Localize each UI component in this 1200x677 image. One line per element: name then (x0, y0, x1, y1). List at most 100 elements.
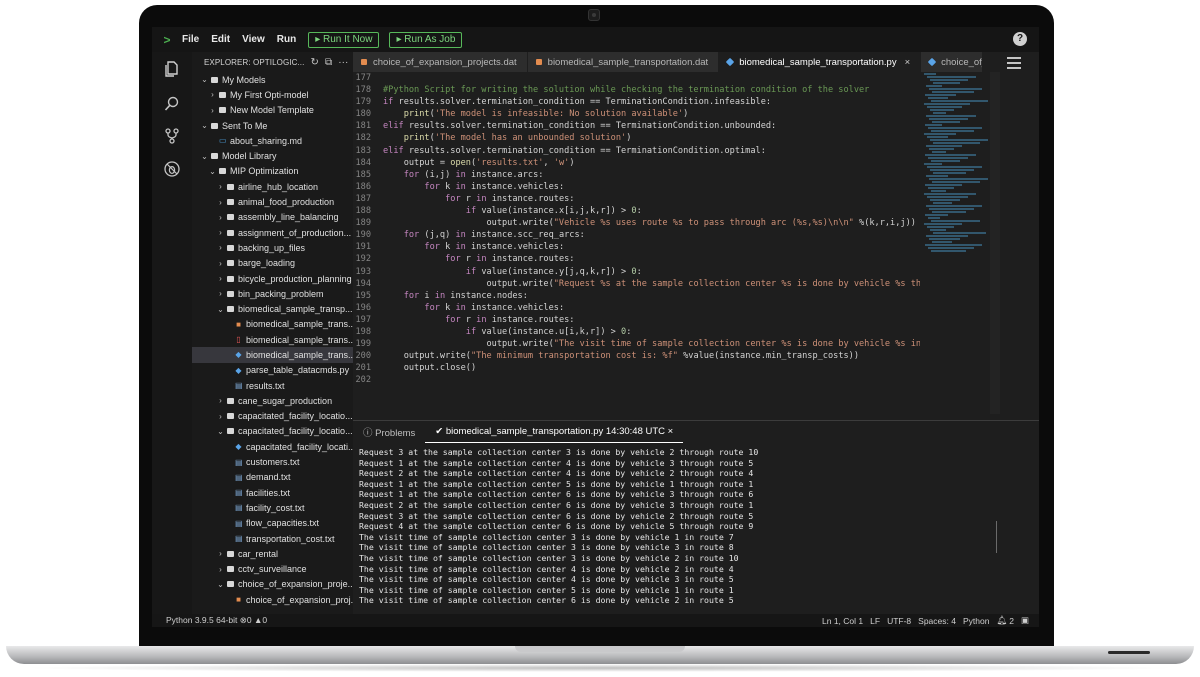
txt-file-icon: ▤ (235, 457, 243, 467)
tree-file[interactable]: ▤ flow_capacities.txt (192, 516, 353, 531)
chevron-right-icon[interactable]: › (216, 198, 225, 207)
chevron-right-icon[interactable]: › (208, 106, 217, 115)
tree-file[interactable]: ◆ parse_table_datacmds.py (192, 363, 353, 378)
source-control-icon[interactable] (163, 127, 181, 145)
close-icon[interactable]: × (668, 426, 674, 437)
tree-folder[interactable]: › capacitated_facility_locatio... (192, 409, 353, 424)
chevron-right-icon[interactable]: › (216, 549, 225, 558)
tree-file[interactable]: ▯ biomedical_sample_trans... (192, 332, 353, 347)
panel-toggle-icon[interactable]: ▣ (1021, 615, 1029, 626)
code-editor[interactable]: 177 178 #Python Script for writing the sol… (353, 72, 920, 414)
tree-file[interactable]: ▤ customers.txt (192, 454, 353, 469)
tree-folder[interactable]: › barge_loading (192, 256, 353, 271)
run-as-job-button[interactable]: ▸ Run As Job (389, 31, 463, 48)
menu-view[interactable]: View (242, 34, 265, 45)
tree-file[interactable]: ▤ facility_cost.txt (192, 500, 353, 515)
tree-folder[interactable]: ⌄ choice_of_expansion_proje... (192, 577, 353, 592)
chevron-down-icon[interactable]: ⌄ (200, 121, 209, 130)
help-icon[interactable]: ? (1013, 32, 1027, 46)
tree-folder[interactable]: › backing_up_files (192, 240, 353, 255)
language-mode[interactable]: Python (963, 616, 989, 626)
dat-file-icon: ■ (236, 595, 241, 605)
tree-file[interactable]: ▤ results.txt (192, 378, 353, 393)
output-line: Request 4 at the sample collection cente… (359, 521, 754, 532)
tree-folder[interactable]: ⌄ Model Library (192, 148, 353, 163)
tree-folder[interactable]: › cctv_surveillance (192, 562, 353, 577)
tree-file[interactable]: ◆ biomedical_sample_trans... (192, 347, 353, 363)
chevron-down-icon[interactable]: ⌄ (208, 167, 217, 176)
chevron-right-icon[interactable]: › (216, 213, 225, 222)
tree-file[interactable]: ■ choice_of_expansion_proj... (192, 592, 353, 607)
menu-edit[interactable]: Edit (211, 34, 230, 45)
error-count[interactable]: 0 (247, 615, 252, 625)
tree-folder[interactable]: › cane_sugar_production (192, 393, 353, 408)
chevron-right-icon[interactable]: › (216, 259, 225, 268)
tree-folder[interactable]: › bicycle_production_planning (192, 271, 353, 286)
editor-tab[interactable]: biomedical_sample_transportation.py × (719, 52, 922, 72)
close-icon[interactable]: × (905, 57, 911, 68)
tree-folder[interactable]: ⌄ biomedical_sample_transp... (192, 301, 353, 316)
tree-folder[interactable]: ⌄ Sent To Me (192, 118, 353, 133)
tree-folder[interactable]: ⌄ My Models (192, 72, 353, 87)
more-actions-icon[interactable]: ··· (338, 57, 348, 68)
tree-folder[interactable]: ⌄ capacitated_facility_locatio... (192, 424, 353, 439)
editor-tab[interactable]: biomedical_sample_transportation.dat (527, 52, 720, 72)
tree-folder[interactable]: › assignment_of_production... (192, 225, 353, 240)
python-interpreter[interactable]: Python 3.9.5 64-bit (166, 615, 237, 625)
editor-tab[interactable]: choice_of_expansion_projects.dat (353, 52, 528, 72)
panel-scrollbar[interactable] (996, 521, 997, 553)
encoding[interactable]: UTF-8 (887, 616, 911, 626)
cursor-position[interactable]: Ln 1, Col 1 (822, 616, 863, 626)
tree-folder[interactable]: › My First Opti-model (192, 87, 353, 102)
menu-file[interactable]: File (182, 34, 199, 45)
chevron-right-icon[interactable]: › (208, 90, 217, 99)
tree-folder[interactable]: › animal_food_production (192, 194, 353, 209)
chevron-right-icon[interactable]: › (216, 182, 225, 191)
output-tab[interactable]: ✔ biomedical_sample_transportation.py 14… (425, 421, 684, 443)
tree-file[interactable]: ◆ capacitated_facility_locati... (192, 439, 353, 454)
indentation[interactable]: Spaces: 4 (918, 616, 956, 626)
chevron-right-icon[interactable]: › (216, 289, 225, 298)
problems-tab[interactable]: ⓘ Problems (353, 425, 425, 439)
tree-file[interactable]: ▤ demand.txt (192, 470, 353, 485)
extensions-bug-icon[interactable] (163, 160, 181, 178)
outline-list-icon[interactable] (1007, 57, 1021, 69)
output-line: The visit time of sample collection cent… (359, 542, 734, 553)
editor-scrollbar[interactable] (990, 72, 1000, 414)
bell-icon[interactable]: 🔔︎ (996, 615, 1007, 626)
tree-folder[interactable]: › bin_packing_problem (192, 286, 353, 301)
tree-folder[interactable]: › airline_hub_location (192, 179, 353, 194)
search-icon[interactable] (163, 95, 181, 113)
tree-folder[interactable]: ⌄ MIP Optimization (192, 164, 353, 179)
collapse-all-icon[interactable]: ⧉ (325, 57, 332, 68)
chevron-right-icon[interactable]: › (216, 412, 225, 421)
tree-file[interactable]: ■ biomedical_sample_trans... (192, 317, 353, 332)
tree-file[interactable]: ▤ facilities.txt (192, 485, 353, 500)
minimap-line (932, 241, 952, 243)
minimap[interactable] (920, 72, 990, 414)
tree-folder[interactable]: › car_rental (192, 546, 353, 561)
menu-run[interactable]: Run (277, 34, 296, 45)
minimap-line (932, 151, 946, 153)
line-ending[interactable]: LF (870, 616, 880, 626)
chevron-right-icon[interactable]: › (216, 228, 225, 237)
chevron-right-icon[interactable]: › (216, 565, 225, 574)
tree-file[interactable]: ▤ transportation_cost.txt (192, 531, 353, 546)
chevron-right-icon[interactable]: › (216, 274, 225, 283)
tree-folder[interactable]: › assembly_line_balancing (192, 210, 353, 225)
tree-file[interactable]: ▭ about_sharing.md (192, 133, 353, 148)
chevron-right-icon[interactable]: › (216, 243, 225, 252)
refresh-icon[interactable]: ↻ (310, 57, 318, 68)
chevron-right-icon[interactable]: › (216, 396, 225, 405)
chevron-down-icon[interactable]: ⌄ (216, 427, 225, 436)
warning-count[interactable]: 0 (262, 615, 267, 625)
tree-folder[interactable]: › New Model Template (192, 103, 353, 118)
editor-tab[interactable]: choice_of_exp (921, 52, 982, 72)
chevron-down-icon[interactable]: ⌄ (216, 305, 225, 314)
run-it-now-button[interactable]: ▸ Run It Now (308, 31, 380, 48)
chevron-down-icon[interactable]: ⌄ (200, 152, 209, 161)
chevron-down-icon[interactable]: ⌄ (216, 580, 225, 589)
explorer-files-icon[interactable] (163, 60, 181, 78)
txt-file-icon: ▤ (235, 472, 243, 482)
chevron-down-icon[interactable]: ⌄ (200, 75, 209, 84)
